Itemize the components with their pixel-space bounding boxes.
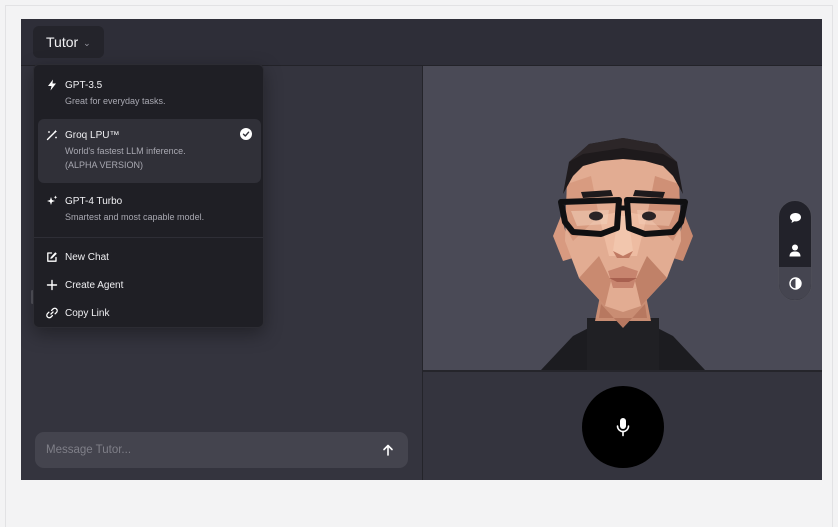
agent-selector-button[interactable]: Tutor ⌄ — [33, 26, 104, 58]
model-option-gpt-4-turbo[interactable]: GPT-4 Turbo Smartest and most capable mo… — [38, 186, 261, 230]
create-agent-menu-item[interactable]: Create Agent — [38, 273, 261, 297]
microphone-icon — [616, 418, 630, 437]
menu-item-label: Copy Link — [65, 308, 110, 319]
microphone-button[interactable] — [582, 386, 664, 468]
model-option-groq-lpu[interactable]: Groq LPU™ World's fastest LLM inference.… — [38, 119, 261, 183]
arrow-up-icon — [383, 444, 393, 456]
lightning-icon — [48, 79, 56, 91]
magic-wand-icon — [46, 129, 58, 141]
model-option-title: Groq LPU™ — [65, 130, 120, 141]
avatar-toggle-button[interactable] — [779, 234, 811, 267]
view-toggle-group — [778, 200, 812, 301]
menu-item-label: New Chat — [65, 252, 109, 263]
avatar-illustration — [541, 138, 705, 370]
plus-icon — [46, 279, 58, 291]
theme-toggle-button[interactable] — [779, 267, 811, 300]
edit-icon — [47, 252, 57, 262]
send-button[interactable] — [376, 438, 400, 462]
model-dropdown-menu: GPT-3.5 Great for everyday tasks. Groq L… — [33, 64, 264, 328]
chat-toggle-button[interactable] — [779, 201, 811, 234]
chat-bubble-icon — [789, 212, 801, 223]
contrast-icon — [788, 277, 802, 290]
person-icon — [789, 244, 801, 257]
menu-divider — [34, 237, 263, 238]
model-option-gpt-3-5[interactable]: GPT-3.5 Great for everyday tasks. — [38, 70, 261, 116]
model-option-description: Great for everyday tasks. — [65, 96, 166, 106]
agent-name-label: Tutor — [46, 34, 79, 50]
model-option-title: GPT-4 Turbo — [65, 196, 123, 207]
link-icon — [46, 307, 58, 319]
app-window: Tutor ⌄ Message Tutor... GPT-3.5 Great f… — [21, 19, 822, 480]
top-bar: Tutor ⌄ — [21, 19, 822, 66]
model-option-description: Smartest and most capable model. — [65, 212, 205, 222]
message-composer — [35, 432, 408, 468]
copy-link-menu-item[interactable]: Copy Link — [38, 301, 261, 325]
avatar-view — [423, 66, 822, 370]
model-option-title: GPT-3.5 — [65, 80, 103, 91]
voice-control-area — [423, 372, 822, 480]
menu-item-label: Create Agent — [65, 280, 124, 291]
selected-check-icon — [240, 128, 252, 140]
model-option-note: (ALPHA VERSION) — [65, 160, 144, 170]
sparkles-icon — [47, 195, 58, 205]
new-chat-menu-item[interactable]: New Chat — [38, 245, 261, 269]
model-option-description: World's fastest LLM inference. — [65, 146, 186, 156]
message-input[interactable] — [46, 432, 366, 468]
chevron-down-icon: ⌄ — [83, 37, 91, 48]
